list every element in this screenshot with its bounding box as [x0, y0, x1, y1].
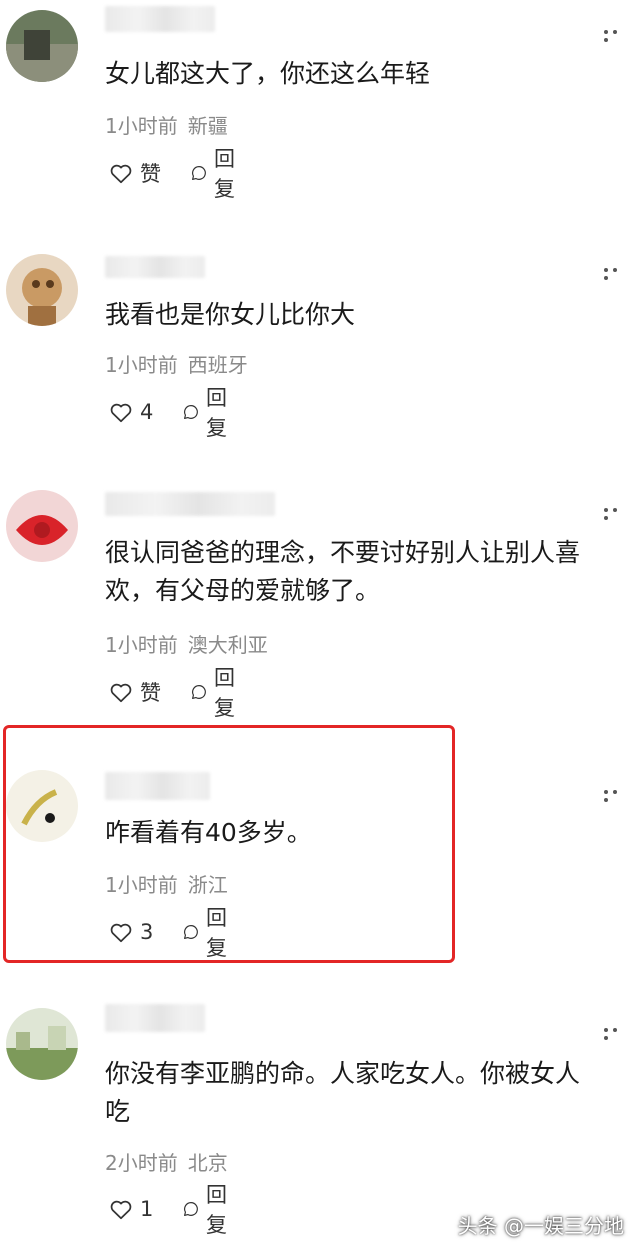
- username-blurred[interactable]: [105, 1004, 205, 1032]
- speech-bubble-icon: [184, 925, 198, 939]
- comment-time: 1小时前: [105, 633, 178, 657]
- comment-meta: 1小时前 浙江: [105, 872, 228, 898]
- reply-button[interactable]: 回复: [190, 666, 243, 720]
- comment-meta: 1小时前 新疆: [105, 113, 228, 139]
- like-count: 3: [140, 920, 154, 944]
- reply-label: 回复: [205, 906, 227, 960]
- like-label: 赞: [140, 681, 161, 705]
- comment-meta: 1小时前 西班牙: [105, 352, 248, 378]
- username-blurred[interactable]: [105, 772, 210, 800]
- comment-text-line: 欢，有父母的爱就够了。: [105, 576, 381, 605]
- like-button[interactable]: 1: [108, 1194, 153, 1224]
- like-count: 1: [140, 1197, 154, 1221]
- username-blurred[interactable]: [105, 256, 205, 278]
- more-options-icon[interactable]: [604, 266, 630, 280]
- like-button[interactable]: 4: [108, 397, 153, 427]
- comment-location: 澳大利亚: [187, 633, 268, 657]
- username-blurred[interactable]: [105, 492, 275, 516]
- comment-location: 新疆: [187, 114, 228, 138]
- heart-outline-icon: [110, 923, 132, 943]
- more-options-icon[interactable]: [604, 1026, 630, 1040]
- avatar[interactable]: [6, 10, 78, 82]
- reply-button[interactable]: 回复: [190, 147, 243, 201]
- comment-text: 女儿都这大了，你还这么年轻: [105, 59, 431, 88]
- more-options-icon[interactable]: [604, 28, 630, 42]
- like-count: 4: [140, 400, 154, 424]
- reply-label: 回复: [205, 386, 227, 440]
- username-blurred[interactable]: [105, 6, 215, 32]
- speech-bubble-icon: [184, 405, 198, 419]
- comment-time: 1小时前: [105, 353, 178, 377]
- like-button[interactable]: 3: [108, 917, 153, 947]
- comment-time: 1小时前: [105, 873, 178, 897]
- comment-text: 很认同爸爸的理念，不要讨好别人让别人喜 欢，有父母的爱就够了。: [105, 534, 625, 610]
- speech-bubble-icon: [192, 166, 206, 180]
- more-options-icon[interactable]: [604, 788, 630, 802]
- avatar[interactable]: [6, 490, 78, 562]
- comment-text: 我看也是你女儿比你大: [105, 300, 356, 329]
- comment-time: 2小时前: [105, 1151, 178, 1175]
- like-button[interactable]: 赞: [108, 158, 161, 188]
- more-options-icon[interactable]: [604, 506, 630, 520]
- comment-time: 1小时前: [105, 114, 178, 138]
- heart-outline-icon: [110, 164, 132, 184]
- reply-button[interactable]: 回复: [182, 386, 235, 440]
- comment-text-line: 你没有李亚鹏的命。人家吃女人。你被女人: [105, 1059, 581, 1088]
- comment-text: 你没有李亚鹏的命。人家吃女人。你被女人 吃: [105, 1055, 625, 1131]
- avatar[interactable]: [6, 770, 78, 842]
- heart-outline-icon: [110, 683, 132, 703]
- heart-outline-icon: [110, 1200, 132, 1220]
- comment-location: 浙江: [187, 873, 228, 897]
- like-label: 赞: [140, 162, 161, 186]
- reply-label: 回复: [205, 1183, 227, 1237]
- comment-meta: 1小时前 澳大利亚: [105, 632, 268, 658]
- avatar[interactable]: [6, 254, 78, 326]
- avatar[interactable]: [6, 1008, 78, 1080]
- heart-outline-icon: [110, 403, 132, 423]
- comment-text-line: 很认同爸爸的理念，不要讨好别人让别人喜: [105, 538, 581, 567]
- reply-label: 回复: [213, 666, 235, 720]
- comment-location: 北京: [187, 1151, 228, 1175]
- speech-bubble-icon: [184, 1202, 198, 1216]
- reply-label: 回复: [213, 147, 235, 201]
- watermark: 头条 @一娱三分地: [457, 1214, 624, 1238]
- comment-text-line: 吃: [105, 1097, 131, 1126]
- comment-location: 西班牙: [187, 353, 248, 377]
- comment-text: 咋看着有40多岁。: [105, 818, 312, 847]
- reply-button[interactable]: 回复: [182, 906, 235, 960]
- comment-meta: 2小时前 北京: [105, 1150, 228, 1176]
- reply-button[interactable]: 回复: [182, 1183, 235, 1237]
- speech-bubble-icon: [192, 685, 206, 699]
- like-button[interactable]: 赞: [108, 677, 161, 707]
